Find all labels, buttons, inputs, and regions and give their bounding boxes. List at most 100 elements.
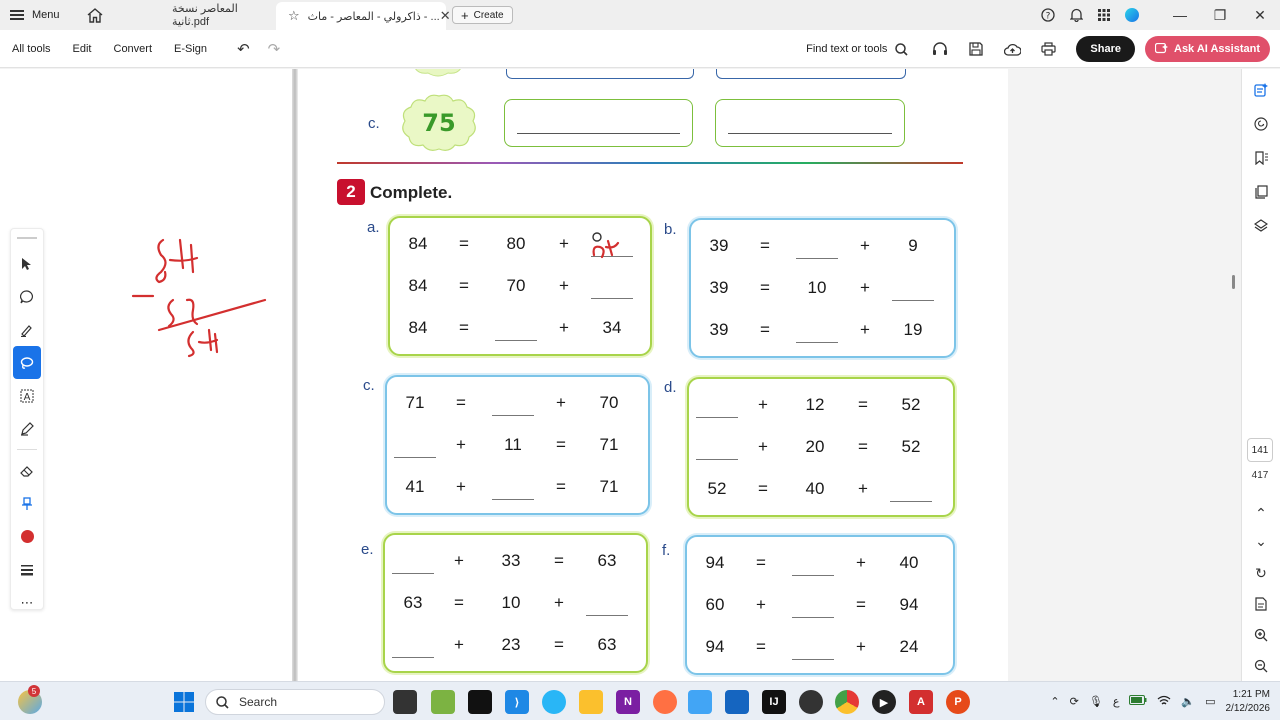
help-icon[interactable]: ? (1034, 0, 1062, 30)
menu-button[interactable]: Menu (0, 0, 70, 30)
zoom-out-icon[interactable] (1242, 649, 1280, 683)
minimize-button[interactable]: — (1160, 0, 1200, 30)
answer-box[interactable] (715, 99, 905, 147)
ai-summary-icon[interactable] (1242, 73, 1280, 107)
select-cursor-icon[interactable] (11, 247, 43, 280)
drag-handle[interactable] (17, 233, 37, 239)
extract-page-icon[interactable] (1242, 587, 1280, 621)
refresh-icon[interactable]: ↻ (1242, 556, 1280, 590)
comment-icon[interactable] (11, 280, 43, 313)
sync-icon[interactable]: ⟳ (1070, 695, 1079, 708)
answer-blank[interactable] (492, 415, 534, 416)
app-pinned-5-icon[interactable] (725, 690, 749, 714)
answer-blank[interactable] (696, 417, 738, 418)
pin-icon[interactable] (11, 487, 43, 520)
intellij-icon[interactable]: IJ (762, 690, 786, 714)
wifi-icon[interactable] (1157, 695, 1171, 709)
app-capcut-icon[interactable] (468, 690, 492, 714)
answer-blank[interactable] (696, 459, 738, 460)
operator: + (856, 637, 866, 656)
answer-box[interactable] (504, 99, 693, 147)
answer-blank[interactable] (586, 615, 628, 616)
answer-blank[interactable] (492, 499, 534, 500)
current-page-input[interactable]: 141 (1247, 438, 1273, 462)
answer-blank[interactable] (792, 659, 834, 660)
chrome-icon[interactable] (835, 690, 859, 714)
tab-document-1[interactable]: المعاصر نسخة ثانية.pdf (160, 0, 275, 30)
lasso-draw-icon[interactable] (13, 346, 41, 379)
media-player-icon[interactable]: ▶ (872, 690, 896, 714)
redo-icon[interactable]: ↷ (268, 40, 281, 58)
answer-blank[interactable] (495, 340, 537, 341)
svg-text:?: ? (1046, 12, 1051, 22)
profile-avatar-icon[interactable] (1118, 0, 1146, 30)
highlight-pen-icon[interactable] (11, 313, 43, 346)
microphone-icon[interactable]: 🎙 (1089, 695, 1103, 708)
home-icon[interactable] (80, 0, 110, 30)
close-window-button[interactable]: ✕ (1240, 0, 1280, 30)
answer-blank[interactable] (792, 575, 834, 576)
task-view-icon[interactable] (393, 690, 417, 714)
eraser-icon[interactable] (11, 454, 43, 487)
draw-pen-icon[interactable] (11, 412, 43, 445)
taskbar-search[interactable]: Search (205, 689, 385, 715)
ask-ai-assistant-button[interactable]: Ask AI Assistant (1145, 36, 1270, 62)
comments-icon[interactable] (1242, 107, 1280, 141)
vscode-icon[interactable]: ⟩ (505, 690, 529, 714)
volume-icon[interactable]: 🔈 (1181, 695, 1195, 708)
bookmarks-icon[interactable] (1242, 141, 1280, 175)
scrollbar-thumb[interactable] (1232, 275, 1235, 289)
answer-blank[interactable] (591, 298, 633, 299)
answer-blank[interactable] (796, 258, 838, 259)
upload-cloud-icon[interactable] (994, 30, 1030, 68)
app-pinned-2-icon[interactable] (542, 690, 566, 714)
bell-icon[interactable] (1062, 0, 1090, 30)
find-tools-button[interactable]: Find text or tools (806, 42, 908, 56)
app-pinned-6-icon[interactable] (799, 690, 823, 714)
onenote-icon[interactable]: N (616, 690, 640, 714)
share-button[interactable]: Share (1076, 36, 1135, 62)
answer-blank[interactable] (392, 573, 434, 574)
start-icon[interactable] (172, 690, 196, 714)
menu-esign[interactable]: E-Sign (174, 43, 207, 55)
read-aloud-icon[interactable] (922, 30, 958, 68)
menu-convert[interactable]: Convert (114, 43, 153, 55)
stroke-width-icon[interactable] (11, 553, 43, 586)
star-icon[interactable]: ☆ (288, 8, 300, 24)
answer-blank[interactable] (392, 657, 434, 658)
tab-document-2[interactable]: ☆ ذاكرولي - المعاصر - ماث - ... ✕ (276, 2, 451, 30)
app-pinned-1-icon[interactable] (431, 690, 455, 714)
layers-icon[interactable] (1242, 209, 1280, 243)
more-options-icon[interactable]: ⋯ (11, 586, 43, 619)
answer-blank[interactable] (792, 617, 834, 618)
scroll-down-icon[interactable]: ⌄ (1242, 524, 1280, 558)
create-button[interactable]: + Create (452, 6, 513, 24)
number: 52 (901, 437, 921, 456)
app-pinned-3-icon[interactable] (653, 690, 677, 714)
acrobat-icon[interactable]: A (909, 690, 933, 714)
print-icon[interactable] (1030, 30, 1066, 68)
menu-edit[interactable]: Edit (73, 43, 92, 55)
answer-blank[interactable] (892, 300, 934, 301)
text-box-icon[interactable]: A (11, 379, 43, 412)
file-explorer-icon[interactable] (579, 690, 603, 714)
powerpoint-icon[interactable]: P (946, 690, 970, 714)
app-pinned-4-icon[interactable] (688, 690, 712, 714)
undo-icon[interactable]: ↶ (237, 40, 250, 58)
answer-blank[interactable] (394, 457, 436, 458)
restore-button[interactable]: ❐ (1200, 0, 1240, 30)
clock[interactable]: 1:21 PM 2/12/2026 (1226, 688, 1271, 716)
menu-all-tools[interactable]: All tools (12, 43, 51, 55)
answer-blank[interactable] (890, 501, 932, 502)
battery-status-icon[interactable]: ▭ (1205, 695, 1215, 708)
answer-blank[interactable] (796, 342, 838, 343)
close-tab-icon[interactable]: ✕ (440, 8, 451, 24)
pages-icon[interactable] (1242, 175, 1280, 209)
language-indicator[interactable]: ع (1113, 695, 1120, 708)
apps-grid-icon[interactable] (1090, 0, 1118, 30)
save-icon[interactable] (958, 30, 994, 68)
chevron-up-icon[interactable]: ⌃ (1050, 695, 1059, 708)
zoom-in-icon[interactable] (1242, 618, 1280, 652)
color-picker-icon[interactable] (11, 520, 43, 553)
battery-icon[interactable] (1129, 695, 1147, 708)
